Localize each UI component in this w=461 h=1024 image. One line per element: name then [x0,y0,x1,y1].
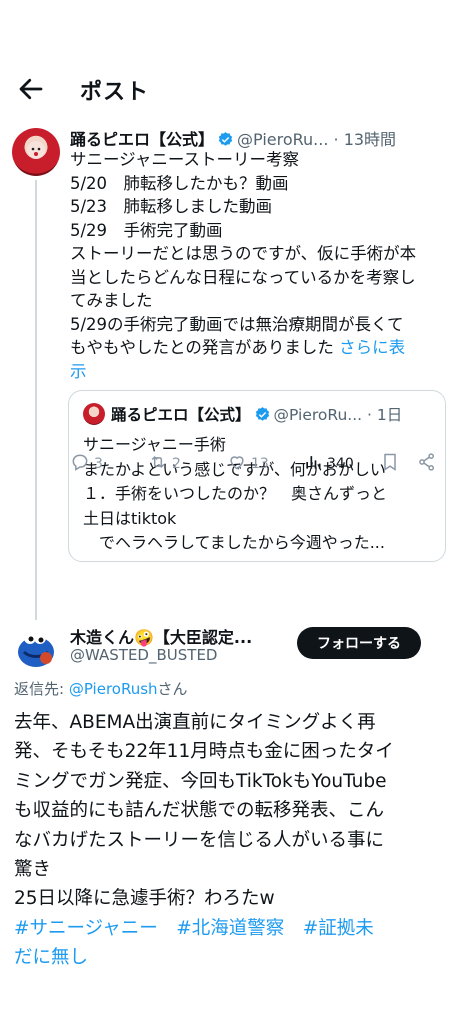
share-icon [417,452,437,476]
avatar[interactable] [12,128,60,176]
reply-to-label: 返信先: @PieroRushさん [14,680,188,698]
views-chart-icon [303,452,323,476]
hashtag-link[interactable]: #北海道警察 [176,918,284,939]
quoted-post[interactable]: 踊るピエロ【公式】 @PieroRu... · 1日 サニージャニー手術 またかよ… [68,390,446,562]
back-arrow-icon[interactable] [16,74,46,104]
author-handle[interactable]: @WASTED_BUSTED [70,646,217,664]
repost-count: 2 [172,456,181,472]
post-text: サニージャニーストーリー考察 5/20 肺転移したかも？動画 5/23 肺転移し… [70,150,417,381]
like-count: 13 [251,456,269,472]
avatar[interactable] [12,622,60,670]
repost-icon [148,452,168,476]
reply-icon [70,452,90,476]
views-button[interactable]: 340 [303,452,354,476]
quote-author-name: 踊るピエロ【公式】 [111,406,251,424]
show-more-link[interactable]: さらに表 [339,338,405,357]
quote-avatar [83,403,105,425]
thread-connector-line [35,180,37,620]
bookmark-icon [380,452,400,476]
like-button[interactable]: 13 [227,452,269,476]
author-name[interactable]: 踊るピエロ【公式】 [70,130,214,149]
repost-button[interactable]: 2 [148,452,181,476]
reply-button[interactable]: 3 [70,452,103,476]
post-text: 去年、ABEMA出演直前にタイミングよく再 発、そもそも22年11月時点も金に困… [14,712,394,969]
bookmark-button[interactable] [380,452,400,476]
verified-badge-icon [217,131,234,148]
post-time[interactable]: · 13時間 [334,130,397,149]
page-title: ポスト [80,80,150,105]
author-handle[interactable]: @PieroRu... [237,130,328,149]
author-name[interactable]: 木造くん🤪【大臣認定... [70,624,252,648]
quote-author-handle: @PieroRu... [273,406,363,424]
post-action-bar: 3 2 13 340 [70,452,445,476]
show-more-link-cont[interactable]: 示 [70,362,87,381]
follow-button[interactable]: フォローする [297,627,421,659]
hashtag-link[interactable]: #証拠未 [303,918,374,939]
hashtag-link[interactable]: #サニージャニー [14,918,158,939]
reply-count: 3 [94,456,103,472]
reply-to-handle[interactable]: @PieroRush [69,680,158,698]
views-count: 340 [327,456,354,472]
verified-badge-icon [254,406,271,423]
hashtag-link-cont[interactable]: だに無し [14,947,88,968]
heart-icon [227,452,247,476]
quote-header: 踊るピエロ【公式】 @PieroRu... · 1日 [111,403,402,425]
quote-time: · 1日 [367,406,403,424]
share-button[interactable] [417,452,437,476]
top-app-bar: ポスト [0,60,461,116]
